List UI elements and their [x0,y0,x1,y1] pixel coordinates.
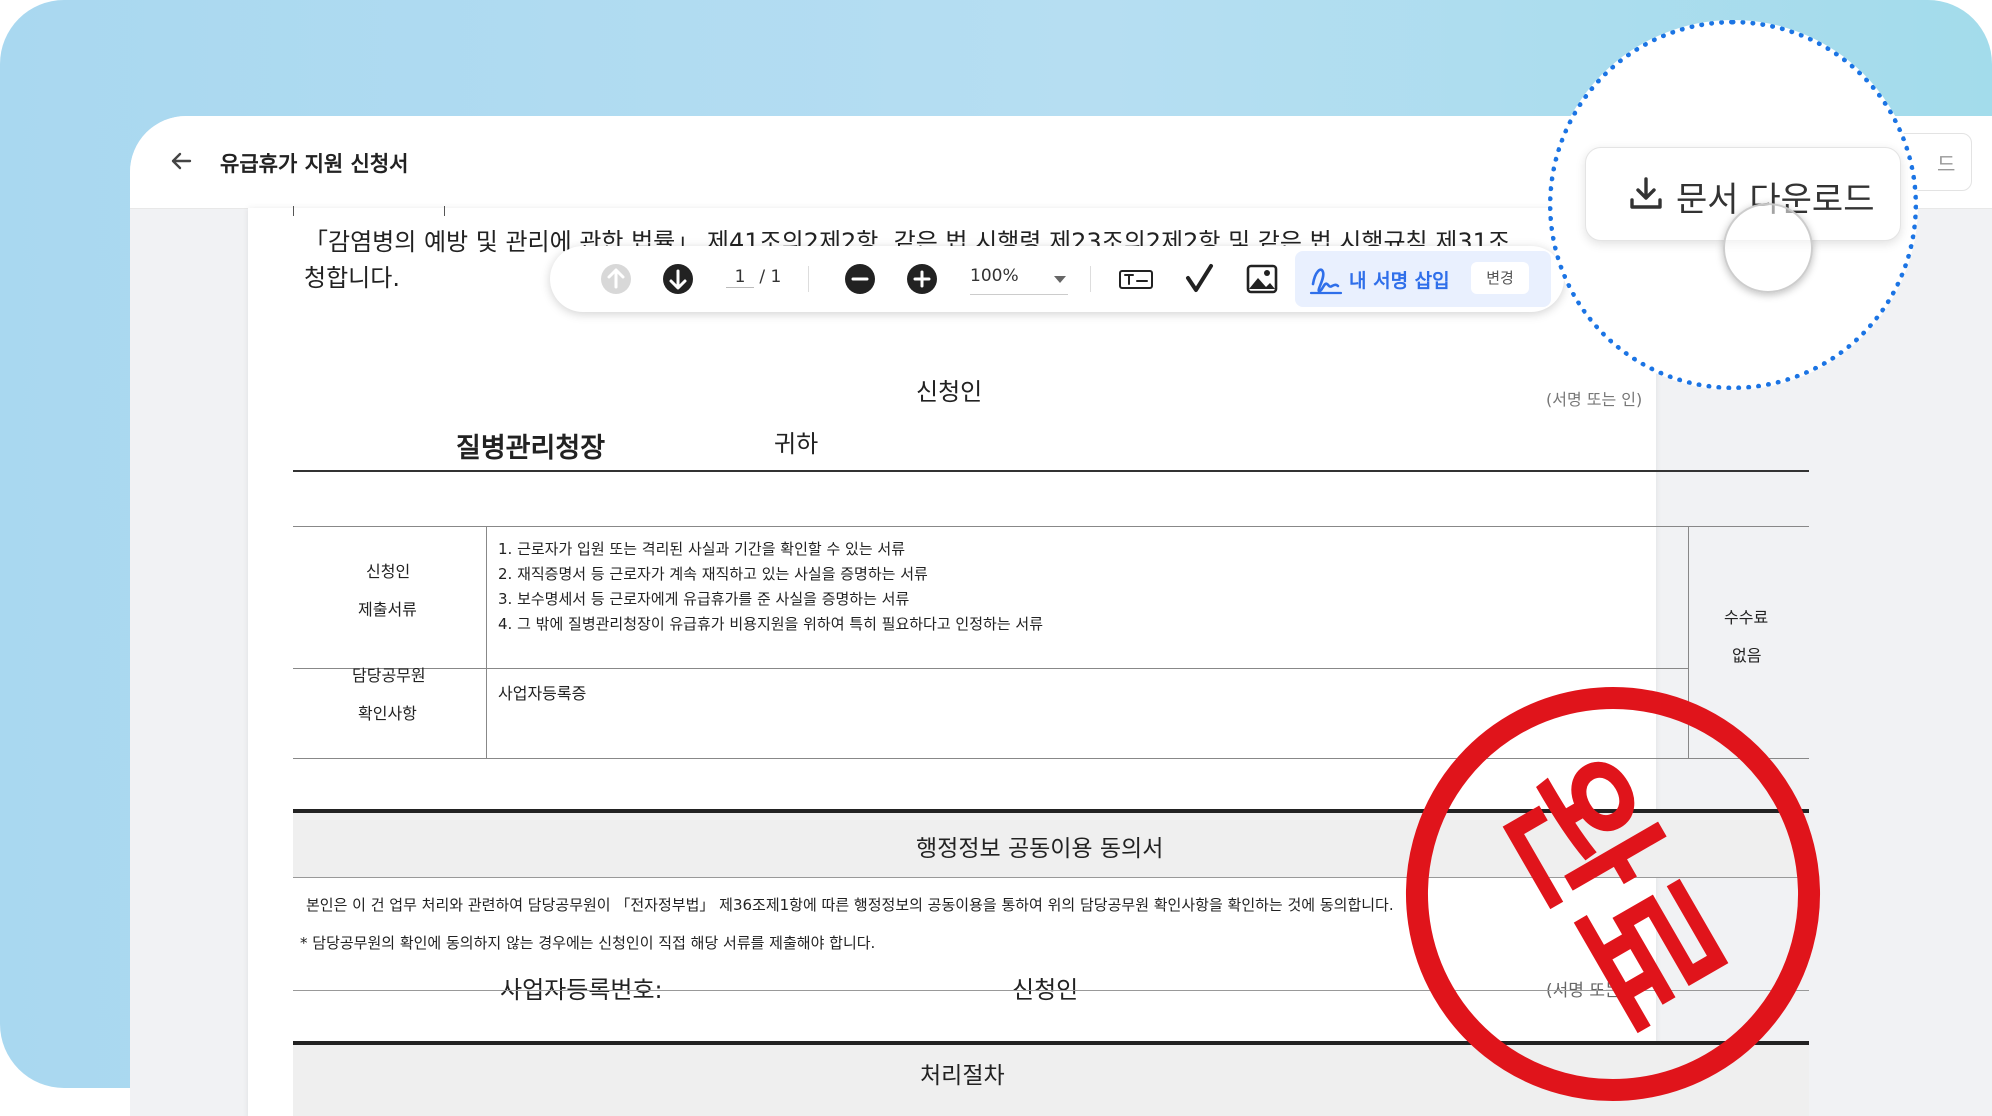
header-download-label: 드 [1937,152,1956,176]
toolbar-divider [808,266,809,292]
intro-line-2: 청합니다. [304,264,400,292]
pdf-toolbar: 1 / 1 100% 내 서명 삽입 변경 [550,246,1564,312]
document-title: 유급휴가 지원 신청서 [220,152,409,176]
row2-label-a: 담당공무원 [352,666,426,685]
back-button[interactable] [166,146,196,176]
zoom-value: 100% [970,266,1019,286]
consent-applicant-label: 신청인 [1012,976,1079,1004]
callout-content: 문서 다운로드 [1553,25,1913,385]
row2-label-b: 확인사항 [358,704,417,723]
consent-note: * 담당공무원의 확인에 동의하지 않는 경우에는 신청인이 직접 해당 서류를… [300,934,876,952]
row2-value: 사업자등록증 [498,684,587,703]
back-arrow-icon [171,152,192,170]
addressee-suffix: 귀하 [774,430,819,458]
addressee: 질병관리청장 [456,433,606,464]
cursor-indicator [1723,203,1813,293]
row1-label-a: 신청인 [366,562,411,581]
toolbar-divider [1090,266,1091,292]
page-indicator: 1 / 1 [726,267,781,288]
text-field-icon [1119,270,1153,289]
zoom-select[interactable]: 100% [970,266,1068,295]
biz-no-label: 사업자등록번호: [500,976,663,1004]
image-button[interactable] [1242,259,1282,299]
completed-stamp: 완료 [1406,687,1820,1101]
stamp-text: 완료 [1469,731,1758,1057]
zoom-in-icon [907,264,937,294]
consent-title: 행정정보 공동이용 동의서 [916,836,1164,862]
row1-item: 4. 그 밖에 질병관리청장이 유급휴가 비용지원을 위하여 특히 필요하다고 … [498,615,1043,633]
row1-item: 2. 재직증명서 등 근로자가 계속 재직하고 있는 사실을 증명하는 서류 [498,565,928,583]
applicant-label: 신청인 [916,378,983,406]
row1-item: 3. 보수명세서 등 근로자에게 유급휴가를 준 사실을 증명하는 서류 [498,590,910,608]
page-total: / 1 [759,267,782,287]
row1-label-b: 제출서류 [358,600,417,619]
page-current-input[interactable]: 1 [726,267,754,288]
zoom-out-icon [845,264,875,294]
chevron-down-icon [1054,276,1066,283]
insert-signature-label: 내 서명 삽입 [1349,270,1450,292]
sign-note: (서명 또는 인) [1546,390,1643,409]
text-field-button[interactable] [1116,259,1156,299]
consent-body: 본인은 이 건 업무 처리와 관련하여 담당공무원이 「전자정부법」 제36조제… [306,896,1394,914]
signature-icon [1309,268,1343,295]
magnifier-callout: 문서 다운로드 [1548,20,1918,390]
page-up-icon [601,264,631,294]
download-icon [1630,177,1662,209]
image-icon [1246,264,1278,294]
fee-label: 수수료 [1724,608,1769,627]
insert-signature-button[interactable]: 내 서명 삽입 변경 [1295,251,1551,307]
page-down-button[interactable] [658,259,698,299]
page-down-icon [663,264,693,294]
row1-item: 1. 근로자가 입원 또는 격리된 사실과 기간을 확인할 수 있는 서류 [498,540,905,558]
checkmark-button[interactable] [1180,259,1220,299]
checkmark-icon [1186,264,1213,292]
change-signature-button[interactable]: 변경 [1471,262,1529,294]
procedure-title: 처리절차 [920,1063,1005,1089]
zoom-out-button[interactable] [840,259,880,299]
page-up-button[interactable] [596,259,636,299]
fee-value: 없음 [1732,646,1762,665]
zoom-in-button[interactable] [902,259,942,299]
